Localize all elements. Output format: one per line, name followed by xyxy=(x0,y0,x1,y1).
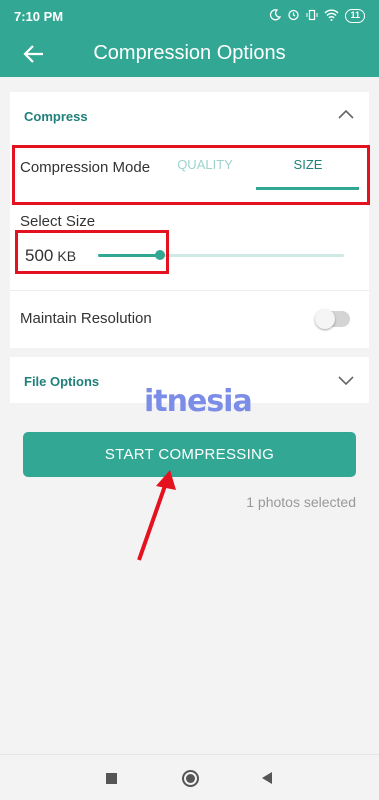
home-button[interactable] xyxy=(182,770,199,787)
select-size-label: Select Size xyxy=(20,213,96,230)
system-nav-bar xyxy=(0,754,379,800)
annotation-box-mode xyxy=(12,145,370,205)
start-compressing-button[interactable]: START COMPRESSING xyxy=(23,432,356,477)
maintain-resolution-toggle[interactable] xyxy=(315,309,350,329)
battery-icon: 11 xyxy=(345,9,365,23)
recents-button[interactable] xyxy=(106,773,117,784)
status-icons: 11 xyxy=(269,8,365,24)
home-icon xyxy=(186,774,195,783)
selected-count: 1 photos selected xyxy=(246,494,356,510)
file-options-title[interactable]: File Options xyxy=(24,374,99,389)
wifi-icon xyxy=(324,9,339,24)
maintain-resolution-label: Maintain Resolution xyxy=(20,310,152,327)
alarm-icon xyxy=(287,8,300,24)
divider xyxy=(10,290,369,291)
moon-icon xyxy=(269,8,282,24)
chevron-down-icon[interactable] xyxy=(337,371,355,389)
app-bar: Compression Options xyxy=(0,32,379,77)
page-title: Compression Options xyxy=(93,42,286,64)
system-back-button[interactable] xyxy=(262,772,272,784)
annotation-box-size xyxy=(15,230,169,274)
status-bar: 7:10 PM 11 xyxy=(0,0,379,32)
watermark-logo: itnesia xyxy=(144,384,253,419)
vibrate-icon xyxy=(306,9,318,24)
toggle-knob xyxy=(315,309,335,329)
status-time: 7:10 PM xyxy=(14,8,64,24)
chevron-up-icon[interactable] xyxy=(337,106,355,124)
compress-section-title[interactable]: Compress xyxy=(24,109,88,124)
